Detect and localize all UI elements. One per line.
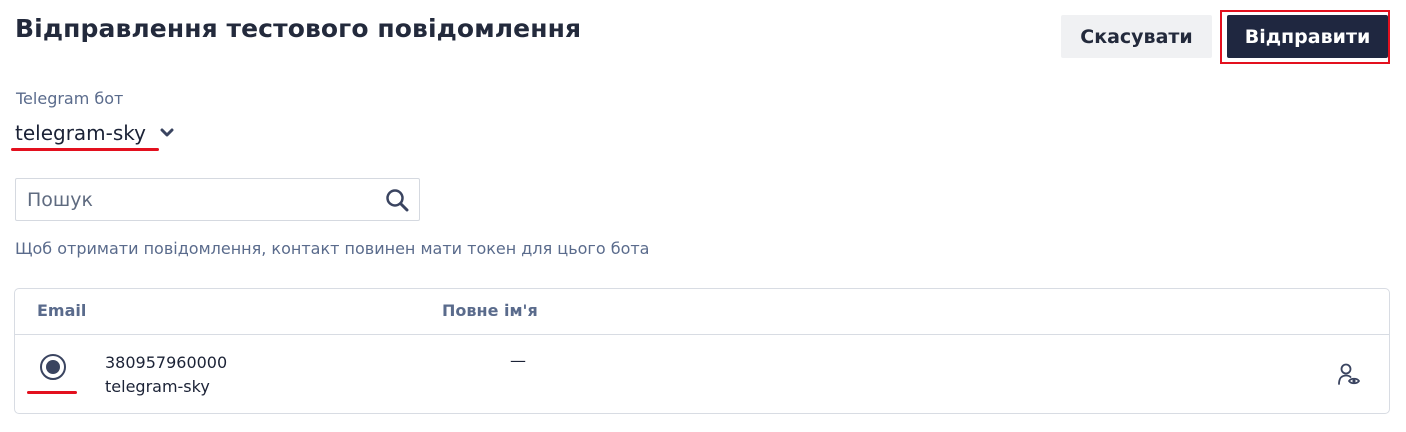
send-button[interactable]: Відправити [1227,15,1388,58]
search-icon[interactable] [385,188,409,216]
page-title: Відправлення тестового повідомлення [15,14,582,43]
bot-annotation-underline [11,148,159,151]
search-input[interactable] [27,188,367,211]
radio-annotation-underline [27,391,77,394]
column-full-name[interactable]: Повне ім'я [442,301,538,320]
token-hint: Щоб отримати повідомлення, контакт повин… [15,239,650,258]
bot-select-value: telegram-sky [15,121,147,145]
column-email[interactable]: Email [37,301,86,320]
table-header: Email Повне ім'я [15,289,1389,335]
contact-full-name: — [510,351,526,370]
row-radio-selected[interactable] [40,354,66,380]
bot-select[interactable]: telegram-sky [15,119,174,147]
search-field [15,178,420,221]
chevron-down-icon [160,128,174,138]
bot-field-label: Telegram бот [16,89,124,108]
table-row[interactable]: 380957960000 telegram-sky — [15,335,1389,414]
contact-bot: telegram-sky [105,377,210,396]
cancel-button[interactable]: Скасувати [1061,15,1212,58]
contacts-table: Email Повне ім'я 380957960000 telegram-s… [14,288,1390,414]
contact-phone: 380957960000 [105,353,228,372]
user-view-icon[interactable] [1337,362,1363,392]
